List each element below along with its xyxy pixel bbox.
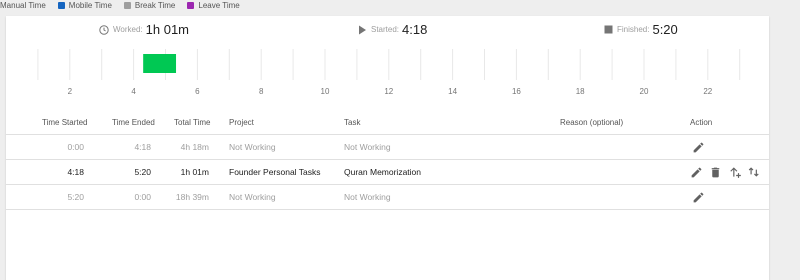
trash-icon[interactable]	[707, 164, 724, 181]
header-task: Task	[344, 118, 361, 127]
cell-action	[676, 185, 769, 209]
cell-project: Not Working	[229, 192, 276, 202]
timeline-hour-label: 6	[195, 87, 200, 96]
legend-label: Leave Time	[198, 0, 240, 10]
cell-time-started: 4:18	[67, 167, 84, 177]
cell-total-time: 1h 01m	[180, 167, 209, 177]
day-timeline: 2 4 6 8 10 12 14 16 18 20 22	[37, 49, 741, 96]
header-time-ended: Time Ended	[112, 118, 155, 127]
day-summary: Worked: 1h 01m Started: 4:18 Finished: 5…	[6, 22, 769, 42]
cell-time-ended: 5:20	[134, 167, 151, 177]
cell-project: Founder Personal Tasks	[229, 167, 321, 177]
timeline-hour-label: 16	[512, 87, 521, 96]
cell-project: Not Working	[229, 142, 276, 152]
cell-time-started: 0:00	[67, 142, 84, 152]
cell-task: Not Working	[344, 142, 391, 152]
timeline-hour-label: 12	[384, 87, 393, 96]
table-header-row: Time Started Time Ended Total Time Proje…	[6, 111, 769, 135]
legend-label: Mobile Time	[68, 0, 112, 10]
pencil-icon[interactable]	[688, 164, 705, 181]
header-time-started: Time Started	[42, 118, 88, 127]
timeline-hour-label: 20	[640, 87, 649, 96]
stop-icon	[604, 25, 613, 34]
legend-swatch	[57, 1, 65, 9]
timeline-worked-segment[interactable]	[143, 54, 177, 73]
legend-label: Manual Time	[0, 0, 46, 10]
cell-total-time: 18h 39m	[175, 192, 209, 202]
worked-summary: Worked: 1h 01m	[99, 22, 189, 37]
finished-value: 5:20	[652, 22, 678, 37]
table-row: 0:00 4:18 4h 18m Not Working Not Working	[6, 135, 769, 160]
cell-time-ended: 0:00	[134, 192, 151, 202]
started-label: Started:	[371, 25, 400, 34]
table-row: 4:18 5:20 1h 01m Founder Personal Tasks …	[6, 160, 769, 185]
cell-action	[676, 135, 769, 159]
cell-task: Not Working	[344, 192, 391, 202]
cell-action	[676, 160, 769, 184]
pencil-icon[interactable]	[690, 139, 707, 156]
legend-swatch	[187, 1, 195, 9]
timeline-hour-label: 10	[321, 87, 330, 96]
finished-label: Finished:	[617, 25, 650, 34]
swap-vertical-icon[interactable]	[745, 164, 762, 181]
legend-item-mobile: Mobile Time	[57, 0, 112, 10]
legend-swatch	[123, 1, 131, 9]
cell-total-time: 4h 18m	[180, 142, 209, 152]
timeline-hour-label: 4	[131, 87, 136, 96]
header-project: Project	[229, 118, 254, 127]
pencil-icon[interactable]	[690, 189, 707, 206]
time-entries-table: Time Started Time Ended Total Time Proje…	[6, 111, 769, 210]
cell-time-started: 5:20	[67, 192, 84, 202]
header-reason: Reason (optional)	[560, 118, 624, 127]
started-summary: Started: 4:18	[358, 22, 427, 37]
legend-label: Break Time	[134, 0, 176, 10]
timeline-hour-label: 22	[703, 87, 712, 96]
cell-time-ended: 4:18	[134, 142, 151, 152]
timesheet-card: Worked: 1h 01m Started: 4:18 Finished: 5…	[6, 16, 769, 280]
legend-item-break: Break Time	[123, 0, 176, 10]
worked-label: Worked:	[113, 25, 143, 34]
timeline-hour-label: 18	[576, 87, 585, 96]
timeline-hour-label: 2	[68, 87, 73, 96]
header-total-time: Total Time	[174, 118, 211, 127]
timeline-hour-label: 8	[259, 87, 264, 96]
header-action: Action	[690, 118, 713, 127]
time-type-legend: Manual Time Mobile Time Break Time Leave…	[0, 0, 252, 10]
clock-icon	[99, 24, 109, 35]
play-icon	[358, 25, 367, 35]
legend-item-manual: Manual Time	[0, 1, 46, 10]
finished-summary: Finished: 5:20	[604, 22, 678, 37]
started-value: 4:18	[402, 22, 428, 37]
legend-item-leave: Leave Time	[187, 0, 240, 10]
worked-value: 1h 01m	[145, 22, 190, 37]
timeline-hour-label: 14	[448, 87, 457, 96]
cell-task: Quran Memorization	[344, 167, 422, 177]
arrow-up-plus-icon[interactable]	[726, 164, 743, 181]
table-row: 5:20 0:00 18h 39m Not Working Not Workin…	[6, 185, 769, 210]
